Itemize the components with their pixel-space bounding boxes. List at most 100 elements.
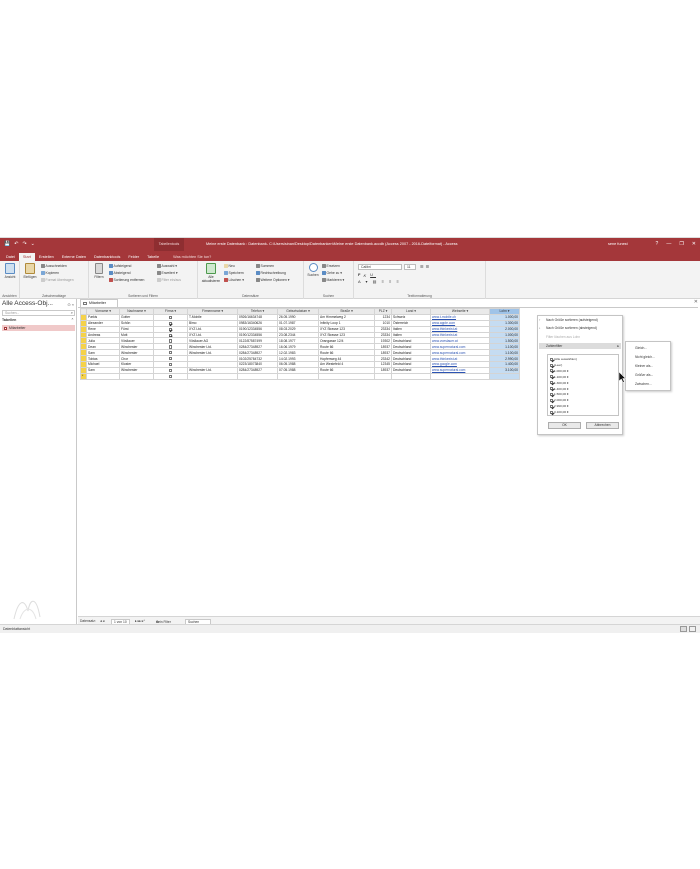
remove-sort-button[interactable]: Sortierung entfernen [109,277,144,283]
tab-externe-daten[interactable]: Externe Daten [58,253,90,261]
checkbox[interactable] [550,357,553,361]
font-size-select[interactable]: 11 [404,264,416,270]
help-icon[interactable]: ? [656,241,659,247]
checkbox[interactable] [550,381,553,385]
totals-button[interactable]: Summen [256,263,274,269]
filter-list-item[interactable]: 1.000,00 € [550,369,569,373]
spelling-button[interactable]: Rechtschreibung [256,270,286,276]
next-last-new-buttons[interactable]: ▸ ▸▸ ▸* [135,619,145,623]
table-cell[interactable] [318,372,375,380]
filter-list-item[interactable]: 2.000,00 € [550,398,569,402]
user-name[interactable]: sene funest [608,242,628,246]
checkbox[interactable] [168,357,173,361]
filter-list-item[interactable]: 3.100,00 € [550,410,569,414]
filter-list-item[interactable]: 1.300,00 € [550,381,569,385]
filter-list-item[interactable]: 1.400,00 € [550,387,569,391]
nav-item-mitarbeiter[interactable]: Mitarbeiter [2,325,75,331]
save-icon[interactable]: 💾 [4,241,10,247]
filter-list-item[interactable]: (Alle auswählen) [550,357,577,361]
first-prev-buttons[interactable]: ◂ ◂ [100,619,104,623]
filter-button[interactable]: Filtern [91,263,107,279]
submenu-gleich[interactable]: Gleich... [635,346,647,350]
text-style-icons[interactable]: FKU [358,272,376,278]
cut-button[interactable]: Ausschneiden [41,263,67,269]
table-cell[interactable] [391,372,431,380]
table-cell[interactable] [153,372,188,380]
checkbox[interactable] [168,333,173,337]
menu-clear-filter[interactable]: Filter löschen aus Lohn [546,335,580,339]
nav-header[interactable]: Alle Access-Obj... [2,300,53,307]
font-name-select[interactable]: Calibri [358,264,402,270]
filter-list-item[interactable]: 1.100,00 € [550,375,569,379]
checkbox[interactable] [168,362,173,367]
checkbox[interactable] [168,374,173,378]
table-cell[interactable] [119,372,154,380]
nav-search-input[interactable]: Suchen... ⌕ [2,310,75,316]
cancel-button[interactable]: Abbrechen [586,422,619,429]
close-icon[interactable]: ✕ [692,241,696,247]
checkbox[interactable] [168,345,173,349]
checkbox[interactable] [550,393,553,397]
copy-button[interactable]: Kopieren [41,270,59,276]
toggle-filter-button[interactable]: Filter ein/aus [157,277,181,283]
advanced-button[interactable]: Erweitert ▾ [157,270,178,276]
table-cell[interactable] [277,372,319,380]
replace-button[interactable]: Ersetzen [322,263,340,269]
submenu-nicht-gleich[interactable]: Nicht gleich... [635,355,655,359]
save-record-button[interactable]: Speichern [224,270,244,276]
doc-tab-mitarbeiter[interactable]: Mitarbeiter [80,299,118,307]
customize-qat-icon[interactable]: ⌄ [31,241,35,247]
tab-datenbanktools[interactable]: Datenbanktools [90,253,124,261]
tab-datei[interactable]: Datei [2,253,19,261]
view-button[interactable]: Ansicht [2,263,18,279]
submenu-kleiner-als[interactable]: Kleiner als... [635,364,653,368]
more-options-button[interactable]: Weitere Optionen ▾ [256,277,289,283]
filter-list-item[interactable]: (Leer) [550,363,562,367]
menu-sort-desc[interactable]: Nach Größe sortieren (absteigend) [546,326,597,330]
checkbox[interactable] [168,327,173,331]
nav-section-tabellen[interactable]: Tabellen ⌃ [2,318,75,324]
select-button[interactable]: Markieren ▾ [322,277,344,283]
selection-button[interactable]: Auswahl ▾ [157,263,177,269]
tab-start[interactable]: Start [18,253,35,261]
table-cell[interactable] [187,372,238,380]
table-cell[interactable] [430,372,490,380]
checkbox[interactable] [168,351,173,355]
tab-erstellen[interactable]: Erstellen [35,253,58,261]
sort-asc-button[interactable]: Aufsteigend [109,263,131,269]
checkbox[interactable] [168,315,173,320]
checkbox[interactable] [550,369,553,373]
checkbox[interactable] [550,404,553,408]
delete-record-button[interactable]: Löschen ▾ [224,277,244,283]
submenu-groesser-als[interactable]: Größer als... [635,373,653,377]
checkbox[interactable] [550,387,553,391]
checkbox[interactable] [168,339,173,343]
checkbox[interactable] [550,363,553,367]
menu-zahlenfilter[interactable]: Zahlenfilter ▸ [539,343,621,349]
restore-icon[interactable]: ❐ [679,241,683,247]
doc-close-icon[interactable]: ✕ [694,299,698,305]
design-view-icon[interactable] [689,626,696,632]
checkbox[interactable] [550,375,553,379]
goto-button[interactable]: Gehe zu ▾ [322,270,342,276]
ok-button[interactable]: OK [548,422,581,429]
checkbox[interactable] [168,321,173,325]
new-record-button[interactable]: Neu [224,263,235,269]
color-align-icons[interactable]: A ▾ ▤ ≡ ≡ ≡ [358,279,401,285]
redo-icon[interactable]: ↷ [22,241,26,247]
table-cell[interactable] [237,372,278,380]
paste-button[interactable]: Einfügen [22,263,38,279]
refresh-all-button[interactable]: Alle aktualisieren [200,263,222,283]
checkbox[interactable] [550,410,553,414]
tell-me-input[interactable]: Was möchten Sie tun? [169,253,215,261]
nav-header-icons[interactable]: ⊙ « [67,302,74,307]
sort-desc-button[interactable]: Absteigend [109,270,130,276]
submenu-zwischen[interactable]: Zwischen... [635,382,652,386]
minimize-icon[interactable]: — [666,241,671,247]
table-cell[interactable] [374,372,392,380]
checkbox[interactable] [550,398,553,402]
checkbox[interactable] [168,368,173,373]
tab-tabelle[interactable]: Tabelle [143,253,163,261]
format-painter-button[interactable]: Format übertragen [41,277,74,283]
filter-list-item[interactable]: 2.990,00 € [550,404,569,408]
